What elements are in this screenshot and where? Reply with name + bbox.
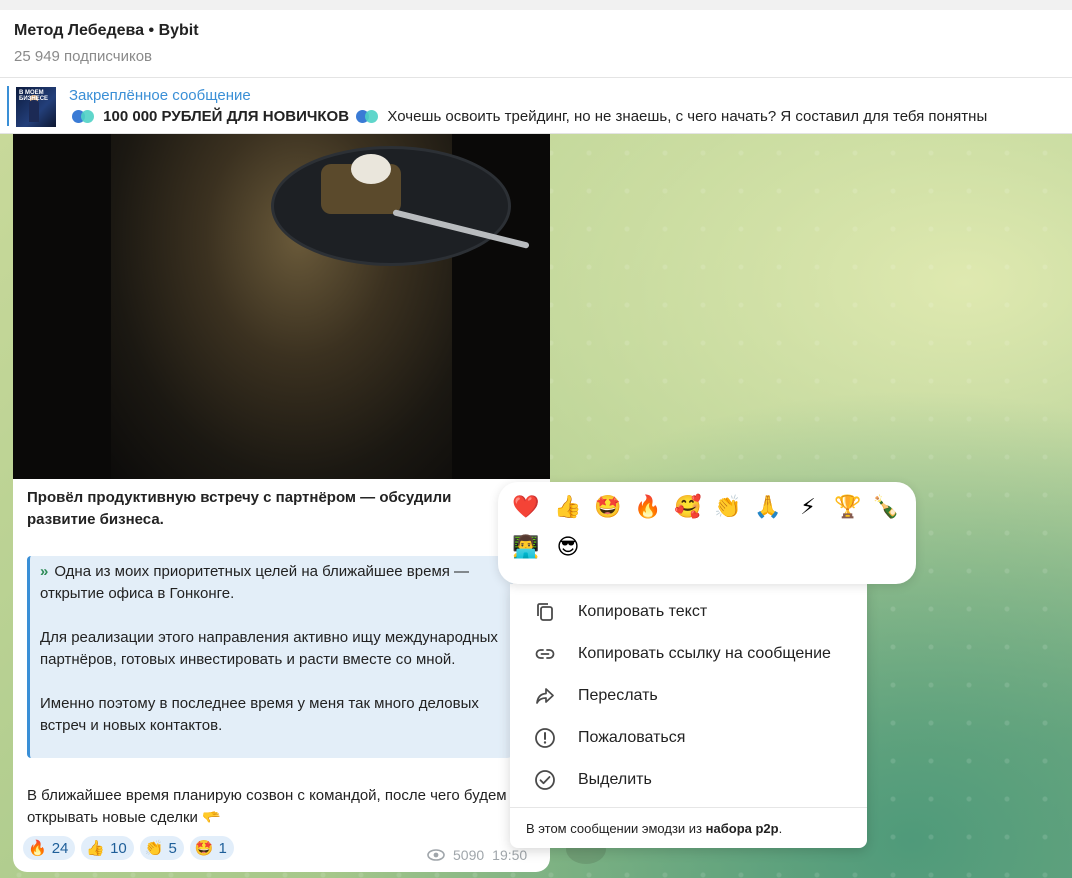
menu-label: Копировать ссылку на сообщение <box>578 645 831 662</box>
pinned-thumbnail-text: В МОЕМ БИЗНЕСЕ <box>19 90 49 102</box>
pinned-message-bar[interactable]: В МОЕМ БИЗНЕСЕ Закреплённое сообщение 10… <box>0 78 1072 134</box>
window-top-strip <box>0 0 1072 10</box>
menu-forward[interactable]: Переслать <box>510 675 867 717</box>
reaction-fire[interactable]: 🔥 24 <box>23 836 76 860</box>
copy-icon <box>537 603 553 621</box>
eye-icon <box>427 849 445 861</box>
hand-emoji-icon: 🫳 <box>202 809 221 826</box>
heart-icon[interactable]: ❤️ <box>510 492 542 524</box>
double-chevron-icon: » <box>40 563 49 580</box>
quote-paragraph: Именно поэтому в последнее время у меня … <box>40 695 479 734</box>
menu-divider <box>510 807 867 808</box>
menu-copy-text[interactable]: Копировать текст <box>510 591 867 633</box>
champagne-icon[interactable]: 🍾 <box>870 492 902 524</box>
pinned-preview: 100 000 РУБЛЕЙ ДЛЯ НОВИЧКОВ Хочешь освои… <box>69 108 987 125</box>
menu-report[interactable]: Пожаловаться <box>510 717 867 759</box>
reaction-count: 5 <box>168 839 177 857</box>
reaction-count: 10 <box>110 839 127 857</box>
custom-emoji-icon <box>356 110 380 123</box>
clap-icon[interactable]: 👏 <box>712 492 744 524</box>
channel-header[interactable]: Метод Лебедева • Bybit 25 949 подписчико… <box>0 10 1072 78</box>
report-icon <box>535 728 555 748</box>
message-photo[interactable] <box>13 134 550 479</box>
view-count: 5090 <box>453 847 485 863</box>
forward-icon <box>536 688 554 704</box>
message-tail-text: В ближайшее время планирую созвон с кома… <box>27 787 507 826</box>
menu-footer: В этом сообщении эмодзи из набора p2p. <box>526 821 783 836</box>
menu-label: Переслать <box>578 687 658 704</box>
fire-icon[interactable]: 🔥 <box>632 492 664 524</box>
context-menu: Копировать текст Копировать ссылку на со… <box>510 584 867 848</box>
photo-content <box>111 134 530 479</box>
photo-egg <box>351 154 391 184</box>
quote-paragraph: » Одна из моих приоритетных целей на ближ… <box>40 563 470 602</box>
pinned-indicator <box>7 86 9 126</box>
reaction-star-struck[interactable]: 🤩 1 <box>189 836 234 860</box>
channel-title[interactable]: Метод Лебедева • Bybit <box>14 22 199 40</box>
reaction-clap[interactable]: 👏 5 <box>139 836 184 860</box>
quote-paragraph: Для реализации этого направления активно… <box>40 629 498 668</box>
pinned-thumbnail: В МОЕМ БИЗНЕСЕ <box>16 87 56 127</box>
pinned-headline: 100 000 РУБЛЕЙ ДЛЯ НОВИЧКОВ <box>103 108 350 125</box>
emoji-pack-link[interactable]: набора p2p <box>706 821 779 836</box>
check-circle-icon <box>535 770 555 790</box>
link-icon <box>535 649 555 659</box>
reactions-row: 🔥 24 👍 10 👏 5 🤩 1 <box>23 836 234 860</box>
message-bold-text: Провёл продуктивную встречу с партнёром … <box>27 489 452 528</box>
reaction-picker: ❤️ 👍 🤩 🔥 🥰 👏 🙏 ⚡ 🏆 🍾 👨‍💻 😎 <box>498 482 916 584</box>
message-time: 19:50 <box>492 847 528 863</box>
message-bubble[interactable]: Провёл продуктивную встречу с партнёром … <box>13 134 550 872</box>
message-meta: 5090 19:50 <box>427 847 527 863</box>
clap-icon: 👏 <box>144 839 164 857</box>
menu-select[interactable]: Выделить <box>510 759 867 801</box>
custom-emoji-icon <box>72 110 96 123</box>
subscriber-count: 25 949 подписчиков <box>14 48 153 65</box>
pray-icon[interactable]: 🙏 <box>752 492 784 524</box>
reaction-count: 1 <box>218 839 227 857</box>
trophy-icon[interactable]: 🏆 <box>832 492 864 524</box>
message-blockquote: » Одна из моих приоритетных целей на ближ… <box>27 556 513 758</box>
technologist-icon[interactable]: 👨‍💻 <box>510 532 542 564</box>
smiling-hearts-icon[interactable]: 🥰 <box>672 492 704 524</box>
fire-icon: 🔥 <box>28 839 47 857</box>
menu-copy-link[interactable]: Копировать ссылку на сообщение <box>510 633 867 675</box>
thumbs-up-icon[interactable]: 👍 <box>552 492 584 524</box>
sunglasses-face-icon[interactable]: 😎 <box>552 532 584 564</box>
menu-label: Выделить <box>578 771 652 788</box>
pinned-preview-text: Хочешь освоить трейдинг, но не знаешь, с… <box>387 108 988 125</box>
menu-label: Копировать текст <box>578 603 708 620</box>
reaction-count: 24 <box>51 839 69 857</box>
pinned-label: Закреплённое сообщение <box>69 87 251 104</box>
menu-label: Пожаловаться <box>578 729 686 746</box>
star-struck-icon[interactable]: 🤩 <box>592 492 624 524</box>
star-struck-icon: 🤩 <box>194 839 214 857</box>
reaction-thumbs-up[interactable]: 👍 10 <box>81 836 134 860</box>
lightning-icon[interactable]: ⚡ <box>792 492 824 524</box>
thumbs-up-icon: 👍 <box>86 839 106 857</box>
